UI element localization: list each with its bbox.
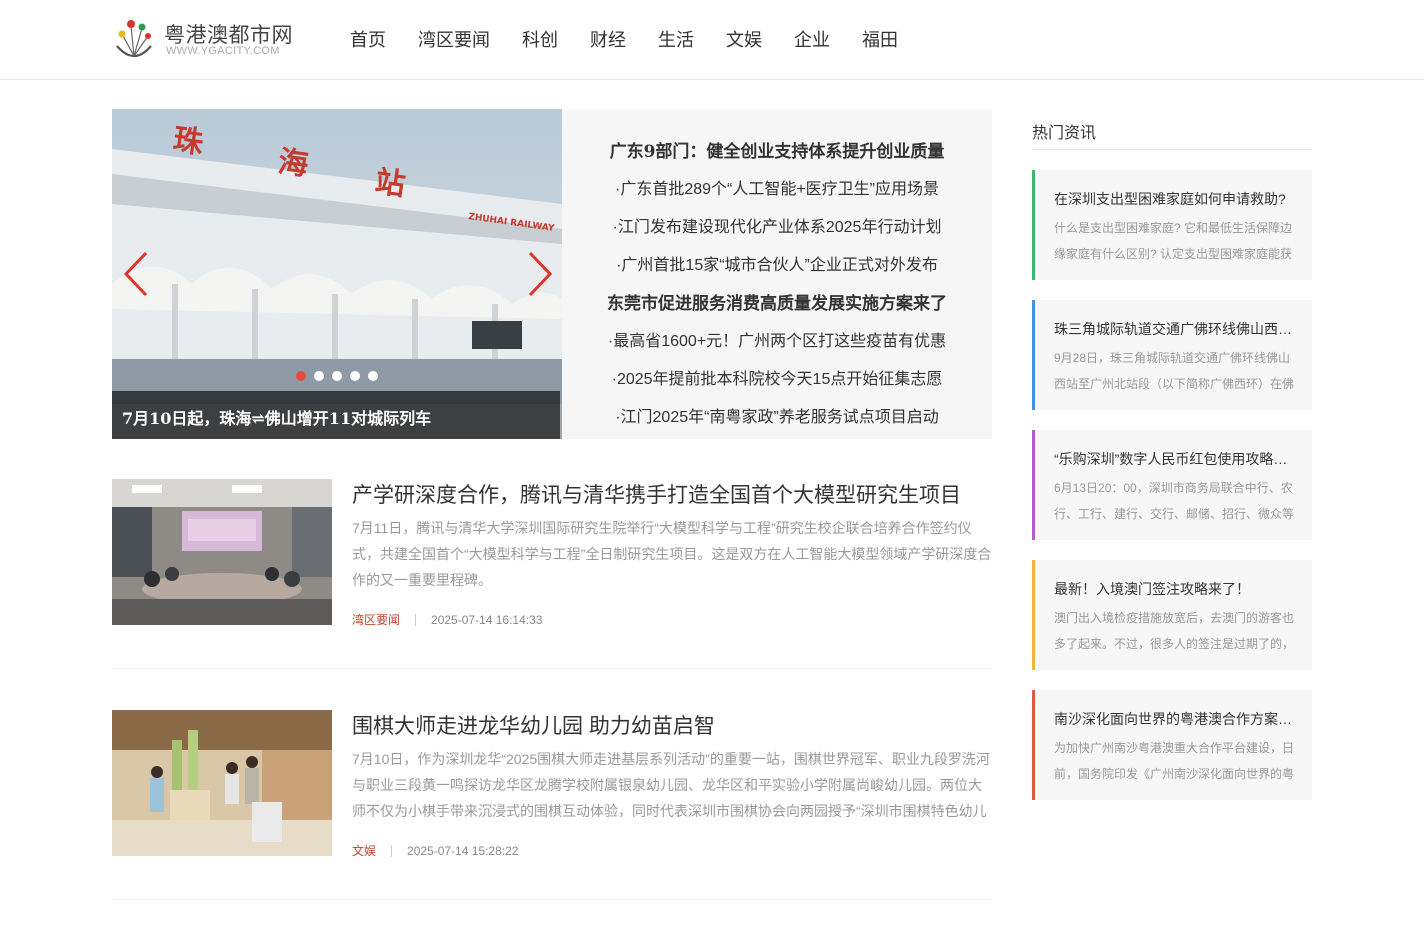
article-summary: 7月11日，腾讯与清华大学深圳国际研究生院举行“大模型科学与工程”研究生校企联合… [352,520,992,588]
nav-item-life[interactable]: 生活 [642,26,710,52]
nav-item-finance[interactable]: 财经 [574,26,642,52]
slider-dot[interactable] [296,371,306,381]
article-item: 围棋大师走进龙华幼儿园 助力幼苗启智 7月10日，作为深圳龙华“2025围棋大师… [112,710,992,900]
article-category[interactable]: 文娱 [352,842,376,859]
hot-news-card[interactable]: 珠三角城际轨道交通广佛环线佛山西站至广州北站段 9月28日，珠三角城际轨道交通广… [1032,300,1312,410]
article-time: 2025-07-14 16:14:33 [431,612,543,627]
nav-item-enterprise[interactable]: 企业 [778,26,846,52]
headline-item[interactable]: ·江门2025年“南粤家政”养老服务试点项目启动 [562,403,992,427]
meeting-room-image [112,479,332,625]
article-title[interactable]: 围棋大师走进龙华幼儿园 助力幼苗启智 [352,710,715,740]
article-summary: 7月10日，作为深圳龙华“2025围棋大师走进基层系列活动”的重要一站，围棋世界… [352,751,990,819]
slider-prev-arrow[interactable] [122,251,150,297]
slider-dot[interactable] [332,371,342,381]
hot-news-card[interactable]: 最新！入境澳门签注攻略来了！ 澳门出入境检疫措施放宽后，去澳门的游客也多了起来。… [1032,560,1312,670]
article-category[interactable]: 湾区要闻 [352,611,400,628]
nav-item-bay-area-news[interactable]: 湾区要闻 [402,26,506,52]
chevron-right-icon [528,251,553,297]
headline-item[interactable]: ·2025年提前批本科院校今天15点开始征集志愿 [562,365,992,389]
hot-news-card[interactable]: 南沙深化面向世界的粤港澳合作方案出台 为加快广州南沙粤港澳重大合作平台建设，日前… [1032,690,1312,800]
hot-news-card[interactable]: 在深圳支出型困难家庭如何申请救助? 什么是支出型困难家庭? 它和最低生活保障边缘… [1032,170,1312,280]
nav-item-tech[interactable]: 科创 [506,26,574,52]
hot-news-title: 南沙深化面向世界的粤港澳合作方案出台 [1054,711,1296,727]
slide-caption: 7月10日起，珠海⇌佛山增开11对城际列车 [122,409,432,428]
hot-news-excerpt: 澳门出入境检疫措施放宽后，去澳门的游客也多了起来。不过，很多人的签注是过期了的， [1054,611,1295,651]
slider-dot[interactable] [314,371,324,381]
nav-item-home[interactable]: 首页 [334,26,402,52]
article-thumbnail[interactable] [112,479,332,625]
article-item: 产学研深度合作，腾讯与清华携手打造全国首个大模型研究生项目 7月11日，腾讯与清… [112,479,992,669]
article-meta: 文娱 2025-07-14 15:28:22 [352,842,752,859]
headline-item[interactable]: 东莞市促进服务消费高质量发展实施方案来了 [562,289,992,314]
logo-mark-icon [116,20,152,58]
image-slider[interactable]: 珠 海 站 ZHUHAI RAILWAY 7月10日起，珠海⇌佛山增开11对城际… [112,109,562,439]
sidebar-title: 热门资讯 [1032,125,1097,142]
headline-item[interactable]: 广东9部门：健全创业支持体系提升创业质量 [562,137,992,162]
nav-item-futian[interactable]: 福田 [846,26,914,52]
slider-dots [296,371,386,381]
hot-news-title: 最新！入境澳门签注攻略来了！ [1054,581,1250,597]
hot-news-title: 在深圳支出型困难家庭如何申请救助? [1054,191,1286,207]
slide-caption-bar[interactable]: 7月10日起，珠海⇌佛山增开11对城际列车 [112,391,560,439]
article-time: 2025-07-14 15:28:22 [407,843,519,858]
meta-divider [391,844,393,857]
svg-text:站: 站 [373,164,408,203]
sidebar-divider [1032,149,1312,150]
site-header: 粤港澳都市网 WWW.YGACITY.COM 首页 湾区要闻 科创 财经 生活 … [0,0,1424,80]
hot-news-excerpt: 6月13日20：00，深圳市商务局联合中行、农行、工行、建行、交行、邮储、招行、… [1054,481,1295,521]
hot-news-title: 珠三角城际轨道交通广佛环线佛山西站至广州北站段 [1054,321,1296,337]
svg-text:海: 海 [276,144,311,183]
svg-text:珠: 珠 [171,122,207,161]
meta-divider [415,613,417,626]
slider-dot[interactable] [368,371,378,381]
article-meta: 湾区要闻 2025-07-14 16:14:33 [352,611,752,628]
slide-image: 珠 海 站 ZHUHAI RAILWAY [112,109,562,439]
hot-news-card[interactable]: “乐购深圳”数字人民币红包使用攻略来了 6月13日20：00，深圳市商务局联合中… [1032,430,1312,540]
headline-item[interactable]: ·广东首批289个“人工智能+医疗卫生”应用场景 [562,175,992,199]
hot-news-excerpt: 为加快广州南沙粤港澳重大合作平台建设，日前，国务院印发《广州南沙深化面向世界的粤 [1054,741,1295,781]
hot-news-excerpt: 什么是支出型困难家庭? 它和最低生活保障边缘家庭有什么区别? 认定支出型困难家庭… [1054,221,1293,261]
kindergarten-image [112,710,332,856]
hot-news-title: “乐购深圳”数字人民币红包使用攻略来了 [1054,451,1296,467]
slider-dot[interactable] [350,371,360,381]
main-nav: 首页 湾区要闻 科创 财经 生活 文娱 企业 福田 [334,0,914,78]
headline-item[interactable]: ·江门发布建设现代化产业体系2025年行动计划 [562,213,992,237]
slider-next-arrow[interactable] [526,251,554,297]
nav-item-entertainment[interactable]: 文娱 [710,26,778,52]
headline-list: 广东9部门：健全创业支持体系提升创业质量 ·广东首批289个“人工智能+医疗卫生… [562,109,992,439]
chevron-left-icon [123,251,148,297]
article-thumbnail[interactable] [112,710,332,856]
hot-news-excerpt: 9月28日，珠三角城际轨道交通广佛环线佛山西站至广州北站段（以下简称广佛西环）在… [1054,351,1295,391]
headline-item[interactable]: ·广州首批15家“城市合伙人”企业正式对外发布 [562,251,992,275]
site-logo[interactable]: 粤港澳都市网 WWW.YGACITY.COM [114,16,304,62]
headline-item[interactable]: ·最高省1600+元！广州两个区打这些疫苗有优惠 [562,327,992,351]
site-url: WWW.YGACITY.COM [166,45,280,57]
featured-section: 珠 海 站 ZHUHAI RAILWAY 7月10日起，珠海⇌佛山增开11对城际… [112,109,992,439]
article-title[interactable]: 产学研深度合作，腾讯与清华携手打造全国首个大模型研究生项目 [352,479,961,509]
